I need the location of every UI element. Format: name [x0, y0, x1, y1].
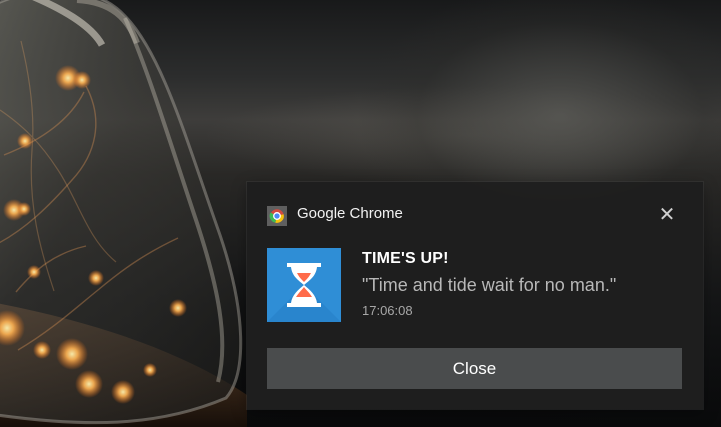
chrome-icon: [267, 206, 287, 226]
notification-title: TIME'S UP!: [362, 250, 449, 267]
notification-message: TIME'S UP! "Time and tide wait for no ma…: [362, 249, 682, 319]
hourglass-icon: [267, 248, 341, 322]
notification-toast: Google Chrome ✕ TIME'S UP! "Time and tid…: [247, 182, 703, 409]
desktop-background: Google Chrome ✕ TIME'S UP! "Time and tid…: [0, 0, 721, 427]
notification-timestamp: 17:06:08: [362, 303, 413, 318]
notification-app-name: Google Chrome: [297, 205, 403, 222]
notification-header: Google Chrome ✕: [267, 204, 683, 228]
close-button[interactable]: Close: [267, 348, 682, 389]
notification-body: "Time and tide wait for no man.": [362, 275, 617, 295]
close-icon[interactable]: ✕: [655, 203, 679, 227]
